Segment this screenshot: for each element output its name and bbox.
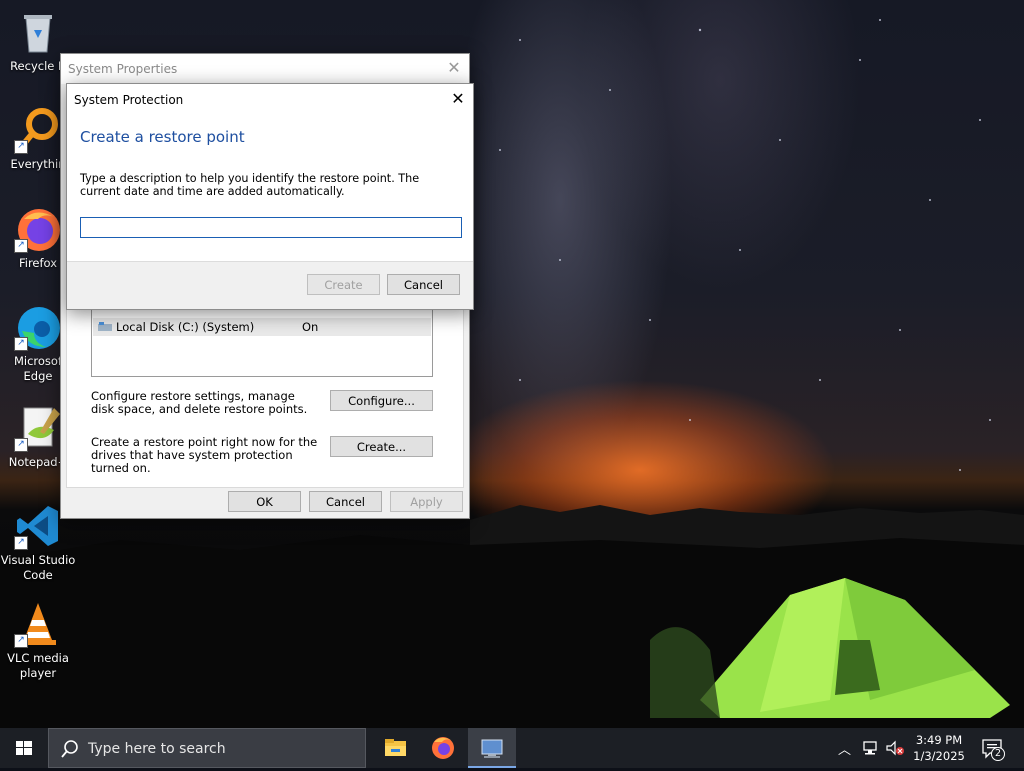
clock[interactable]: 3:49 PM 1/3/2025 (908, 732, 970, 764)
notifications-icon (982, 739, 1005, 761)
windows-logo-icon (16, 741, 32, 755)
everything-search-icon: ↗ (14, 106, 62, 154)
shortcut-arrow-icon: ↗ (14, 140, 28, 154)
system-properties-titlebar: System Properties ✕ (61, 54, 469, 84)
cancel-button[interactable]: Cancel (387, 274, 460, 295)
desktop-icon-label: Visual Studio Code (0, 553, 76, 582)
system-properties-icon (481, 739, 503, 758)
clock-time: 3:49 PM (915, 733, 963, 747)
apply-button[interactable]: Apply (390, 491, 463, 512)
action-center-button[interactable]: 2 (978, 734, 1008, 762)
dialog-titlebar: System Protection ✕ (67, 84, 473, 114)
drive-protection-status: On (302, 320, 319, 334)
start-button[interactable] (0, 728, 48, 768)
taskbar-file-explorer[interactable] (372, 728, 418, 768)
restore-point-description-input[interactable] (80, 217, 462, 238)
network-icon[interactable] (862, 740, 880, 756)
taskbar-search-box[interactable]: Type here to search (48, 728, 366, 768)
drives-list[interactable]: Available Drives Protection Local Disk (… (91, 303, 433, 377)
firefox-icon: ↗ (14, 205, 62, 253)
create-description: Create a restore point right now for the… (91, 435, 318, 475)
notification-count-badge: 2 (994, 748, 1002, 759)
taskbar: Type here to search ︿ 3:49 PM 1/3/2025 2 (0, 728, 1024, 768)
dialog-heading: Create a restore point (80, 128, 245, 146)
drive-name: Local Disk (C:) (System) (116, 320, 255, 334)
desktop-icon-label: Notepad+ (8, 455, 68, 469)
table-row[interactable]: Local Disk (C:) (System) On (93, 318, 431, 336)
dialog-body: Create a restore point Type a descriptio… (67, 114, 473, 261)
shortcut-arrow-icon: ↗ (14, 337, 28, 351)
desktop-icon-label: Everythin (10, 157, 66, 171)
taskbar-system-properties[interactable] (468, 728, 516, 768)
desktop-icon-label: Firefox (18, 256, 58, 270)
shortcut-arrow-icon: ↗ (14, 634, 28, 648)
notepad-plus-plus-icon: ↗ (14, 404, 62, 452)
vlc-icon: ↗ (14, 600, 62, 648)
drive-icon (98, 321, 112, 331)
create-restore-point-dialog: System Protection ✕ Create a restore poi… (66, 83, 474, 310)
desktop-icon-vlc[interactable]: ↗ VLC media player (0, 600, 76, 681)
search-icon (61, 740, 78, 758)
taskbar-firefox[interactable] (420, 728, 466, 768)
cancel-button[interactable]: Cancel (309, 491, 382, 512)
firefox-icon (432, 737, 454, 759)
shortcut-arrow-icon: ↗ (14, 438, 28, 452)
shortcut-arrow-icon: ↗ (14, 536, 28, 550)
dialog-description: Type a description to help you identify … (80, 172, 420, 198)
shortcut-arrow-icon: ↗ (14, 239, 28, 253)
desktop-icon-label: Recycle B (10, 59, 66, 73)
footer-divider (67, 261, 473, 262)
configure-description: Configure restore settings, manage disk … (91, 389, 308, 416)
desktop-icon-label: VLC media player (7, 651, 69, 680)
configure-button[interactable]: Configure... (330, 390, 433, 411)
close-icon[interactable]: ✕ (443, 85, 473, 113)
clock-date: 1/3/2025 (913, 749, 965, 763)
file-explorer-icon (385, 739, 406, 756)
create-restore-point-button[interactable]: Create... (330, 436, 433, 457)
volume-muted-icon[interactable] (885, 740, 905, 756)
show-hidden-icons-chevron-icon[interactable]: ︿ (838, 739, 851, 758)
ok-button[interactable]: OK (228, 491, 301, 512)
dialog-title: System Protection (74, 93, 184, 107)
window-title: System Properties (68, 62, 178, 76)
edge-icon: ↗ (14, 303, 62, 351)
vscode-icon: ↗ (14, 502, 62, 550)
create-button[interactable]: Create (307, 274, 380, 295)
desktop-icon-label: Microsof Edge (13, 354, 63, 383)
recycle-bin-icon (14, 8, 62, 56)
close-icon[interactable]: ✕ (439, 54, 469, 82)
search-placeholder: Type here to search (88, 741, 226, 757)
